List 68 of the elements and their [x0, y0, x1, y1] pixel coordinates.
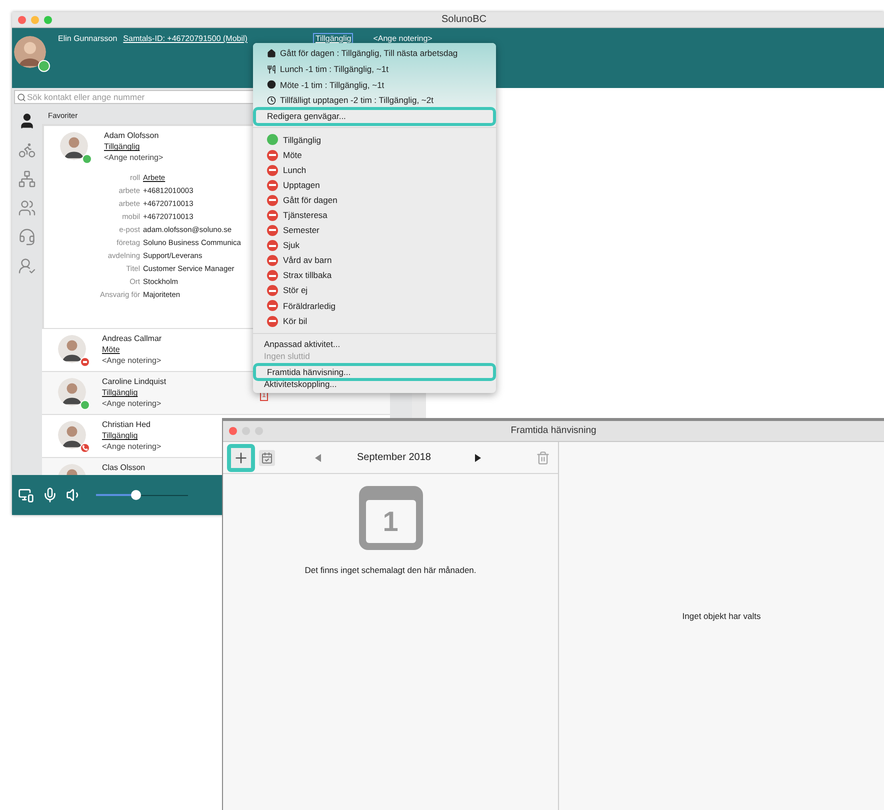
- network-icon[interactable]: [18, 170, 36, 188]
- shortcut-item[interactable]: Möte -1 tim : Tillgänglig, ~1t: [253, 77, 496, 93]
- avatar-icon: [14, 36, 46, 68]
- status-link[interactable]: Tillgänglig: [102, 430, 162, 442]
- note-field[interactable]: <Ange notering>: [102, 441, 162, 452]
- status-item[interactable]: Föräldrarledig: [253, 298, 496, 314]
- menu-item[interactable]: Redigera genvägar...: [256, 110, 493, 124]
- note-field[interactable]: <Ange notering>: [102, 398, 166, 410]
- menu-item: Ingen sluttid: [263, 350, 311, 362]
- status-item[interactable]: Strax tillbaka: [253, 268, 496, 284]
- note-field[interactable]: <Ange notering>: [373, 34, 432, 43]
- window-title: Framtida hänvisning: [510, 424, 596, 438]
- status-item[interactable]: Lunch: [253, 162, 496, 178]
- status-item[interactable]: Vård av barn: [253, 253, 496, 268]
- calendar-check-icon: [261, 452, 273, 464]
- user-name: Elin Gunnarsson: [58, 34, 118, 43]
- empty-message: Det finns inget schemalagt den här månaden.: [304, 564, 476, 577]
- trash-icon[interactable]: [536, 450, 550, 464]
- shortcut-item[interactable]: Lunch -1 tim : Tillgänglig, ~1t: [253, 62, 496, 78]
- clock-icon: [267, 96, 276, 106]
- shortcut-item[interactable]: Gått för dagen : Tillgänglig, Till nästa arbetsdag: [253, 46, 496, 62]
- status-link[interactable]: Möte: [102, 344, 162, 356]
- status-link[interactable]: Tillgänglig: [104, 141, 164, 152]
- window-title: SolunoBC: [441, 13, 487, 27]
- user-check-icon[interactable]: [18, 257, 36, 275]
- detail-message: Inget objekt har valts: [682, 610, 761, 622]
- home-icon: [267, 49, 276, 58]
- note-field[interactable]: <Ange notering>: [104, 152, 164, 164]
- status-link[interactable]: Tillgänglig: [102, 387, 166, 398]
- user-icon[interactable]: [18, 112, 36, 130]
- previous-month-button[interactable]: [315, 454, 321, 462]
- search-icon: [17, 92, 26, 102]
- zoom-button[interactable]: [44, 16, 52, 24]
- status-item[interactable]: Tjänsteresa: [253, 208, 496, 223]
- headset-icon[interactable]: [18, 228, 36, 246]
- calendar-day: 1: [382, 508, 398, 536]
- add-button[interactable]: [227, 444, 255, 472]
- status-item[interactable]: Möte: [253, 147, 496, 163]
- note-field[interactable]: <Ange notering>: [102, 355, 162, 366]
- avatar-icon: [58, 421, 86, 450]
- phone-screen-icon[interactable]: [18, 487, 34, 503]
- contact-name: Andreas Callmar: [102, 333, 162, 344]
- avatar-icon: [60, 132, 88, 160]
- plus-icon: [233, 450, 249, 466]
- next-month-button[interactable]: [474, 454, 481, 462]
- avatar-icon: [58, 335, 86, 364]
- volume-thumb[interactable]: [130, 490, 141, 500]
- status-item[interactable]: Kör bil: [253, 314, 496, 329]
- status-item[interactable]: Semester: [253, 222, 496, 238]
- contact-name: Caroline Lindquist: [102, 376, 166, 388]
- status-item[interactable]: Sjuk: [253, 238, 496, 254]
- status-item[interactable]: Tillgänglig: [253, 132, 496, 148]
- close-button[interactable]: [229, 427, 237, 435]
- status-item[interactable]: Gått för dagen: [253, 192, 496, 208]
- contact-name: Christian Hed: [102, 419, 152, 430]
- users-icon[interactable]: [18, 199, 36, 217]
- status-item[interactable]: Upptagen: [253, 178, 496, 193]
- call-id-link[interactable]: Samtals-ID: +46720791500 (Mobil): [123, 34, 248, 43]
- close-button[interactable]: [18, 16, 26, 24]
- calendar-check-button[interactable]: [259, 450, 275, 466]
- volume-slider[interactable]: [96, 490, 188, 500]
- microphone-icon[interactable]: [42, 487, 58, 503]
- contact-name: Adam Olofsson: [104, 130, 160, 142]
- cyclist-icon[interactable]: [18, 141, 36, 159]
- contact-name: Clas Olsson: [102, 462, 146, 474]
- avatar-icon: [58, 378, 86, 406]
- status-item[interactable]: Stör ej: [253, 283, 496, 298]
- utensils-icon: [267, 64, 276, 74]
